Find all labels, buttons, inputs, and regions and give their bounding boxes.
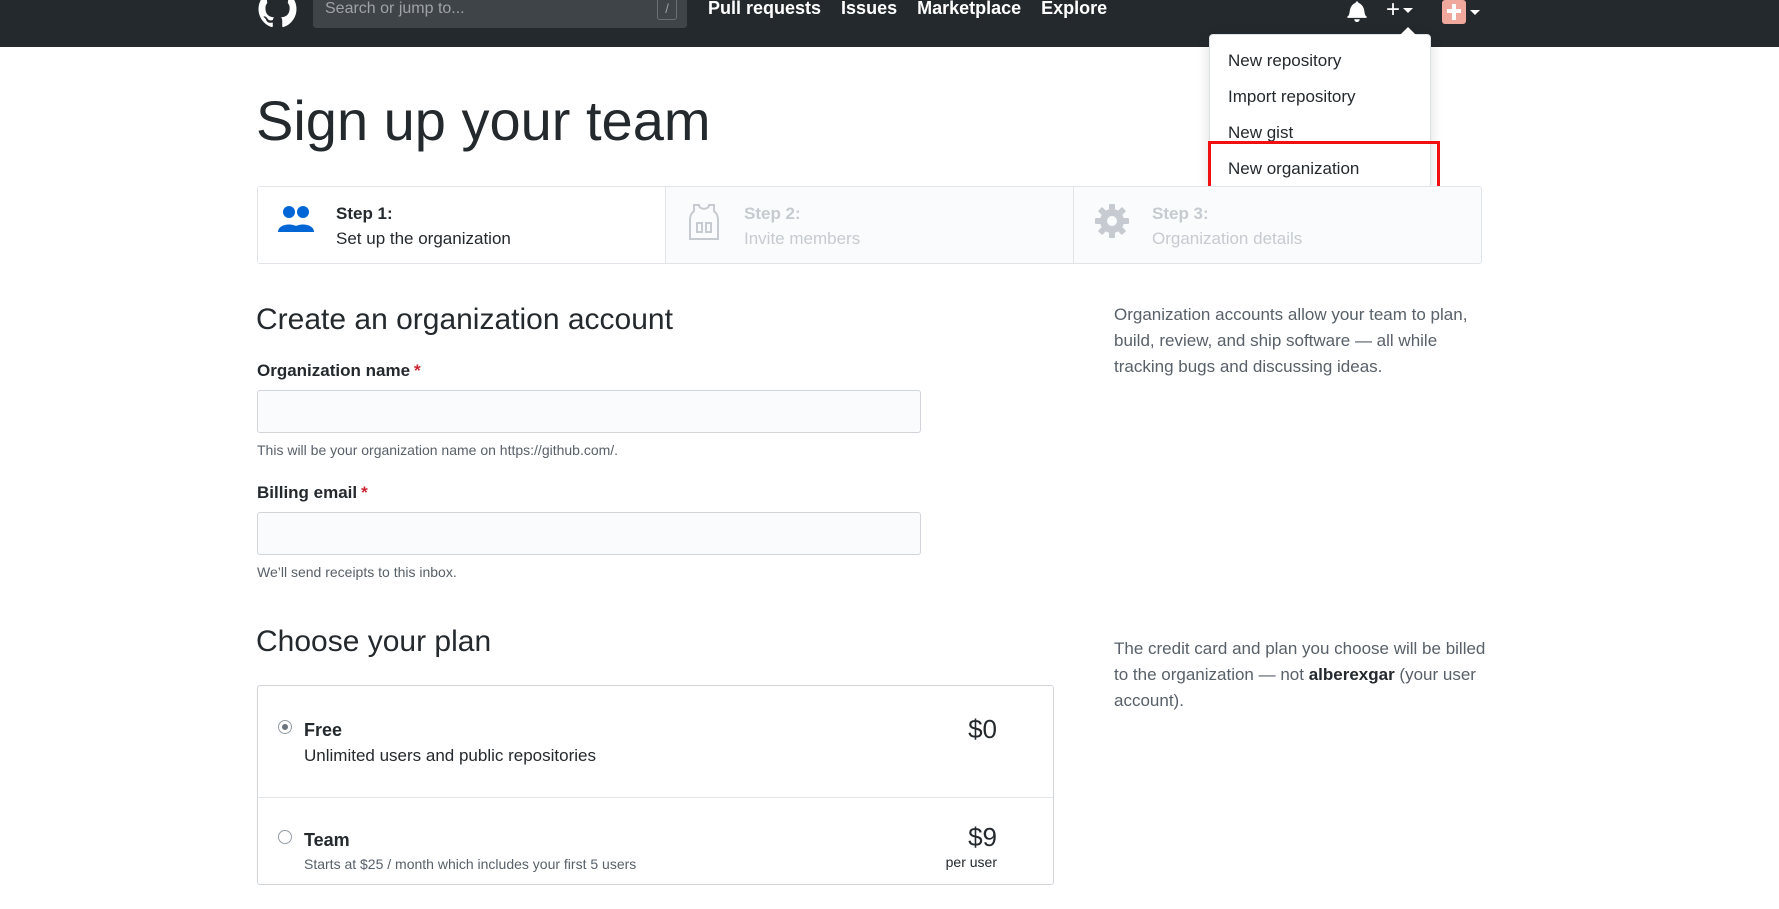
step-subtitle: Set up the organization (336, 229, 511, 248)
create-new-button[interactable]: + (1386, 0, 1414, 23)
plan-options: Free Unlimited users and public reposito… (257, 685, 1054, 885)
plan-free[interactable]: Free Unlimited users and public reposito… (258, 686, 1053, 798)
jersey-icon (689, 204, 719, 240)
menu-item-import-repository[interactable]: Import repository (1210, 79, 1430, 115)
billing-info-username: alberexgar (1308, 665, 1395, 684)
search-placeholder: Search or jump to... (325, 0, 465, 17)
step-subtitle: Invite members (744, 229, 861, 248)
create-account-heading: Create an organization account (256, 303, 673, 336)
choose-plan-heading: Choose your plan (256, 625, 492, 658)
plan-team-radio[interactable] (278, 830, 292, 844)
nav-pull-requests[interactable]: Pull requests (708, 0, 821, 19)
plan-description: Unlimited users and public repositories (304, 746, 596, 765)
user-menu-button[interactable] (1442, 0, 1480, 24)
gear-icon (1095, 204, 1129, 238)
plan-free-radio[interactable] (278, 720, 292, 734)
org-name-label-text: Organization name (257, 361, 411, 380)
billing-email-label: Billing email * (257, 483, 368, 503)
nav-explore[interactable]: Explore (1041, 0, 1107, 19)
menu-item-new-repository[interactable]: New repository (1210, 43, 1430, 79)
search-shortcut-key: / (657, 0, 677, 20)
step-subtitle: Organization details (1152, 229, 1303, 248)
step-title: Step 1: (336, 204, 393, 223)
github-logo-icon[interactable] (257, 0, 298, 28)
notifications-bell-icon[interactable] (1347, 0, 1367, 22)
step-title: Step 3: (1152, 204, 1209, 223)
search-input[interactable]: Search or jump to... / (313, 0, 687, 28)
plan-team[interactable]: Team Starts at $25 / month which include… (258, 798, 1053, 909)
plan-description: Starts at $25 / month which includes you… (304, 856, 637, 872)
org-name-note: This will be your organization name on h… (257, 442, 619, 458)
step-title: Step 2: (744, 204, 801, 223)
organization-info-text: Organization accounts allow your team to… (1114, 305, 1468, 376)
plan-price-unit: per user (945, 854, 997, 870)
chevron-down-icon (1403, 8, 1414, 14)
org-name-label: Organization name * (257, 361, 421, 381)
organization-name-input[interactable] (257, 390, 921, 433)
step-2: Step 2: Invite members (665, 187, 1073, 263)
page-title: Sign up your team (256, 89, 711, 152)
avatar (1442, 0, 1466, 24)
main-nav: Pull requests Issues Marketplace Explore (708, 0, 1107, 19)
people-icon (278, 206, 314, 232)
chevron-down-icon (1470, 9, 1480, 15)
required-marker: * (414, 361, 421, 380)
plan-name: Free (304, 720, 343, 740)
step-3: Step 3: Organization details (1073, 187, 1481, 263)
top-navigation-bar: Search or jump to... / Pull requests Iss… (0, 0, 1779, 47)
nav-issues[interactable]: Issues (841, 0, 897, 19)
plan-price: $9 (968, 822, 997, 852)
plan-name: Team (304, 830, 350, 850)
plus-icon: + (1386, 0, 1401, 23)
billing-email-label-text: Billing email (257, 483, 358, 502)
signup-steps: Step 1: Set up the organization Step 2: … (257, 186, 1482, 264)
step-1: Step 1: Set up the organization (258, 187, 665, 263)
billing-email-input[interactable] (257, 512, 921, 555)
nav-marketplace[interactable]: Marketplace (917, 0, 1021, 19)
billing-email-note: We’ll send receipts to this inbox. (257, 564, 457, 580)
required-marker: * (361, 483, 368, 502)
plan-price: $0 (968, 714, 997, 744)
billing-info-text: The credit card and plan you choose will… (1114, 636, 1486, 714)
